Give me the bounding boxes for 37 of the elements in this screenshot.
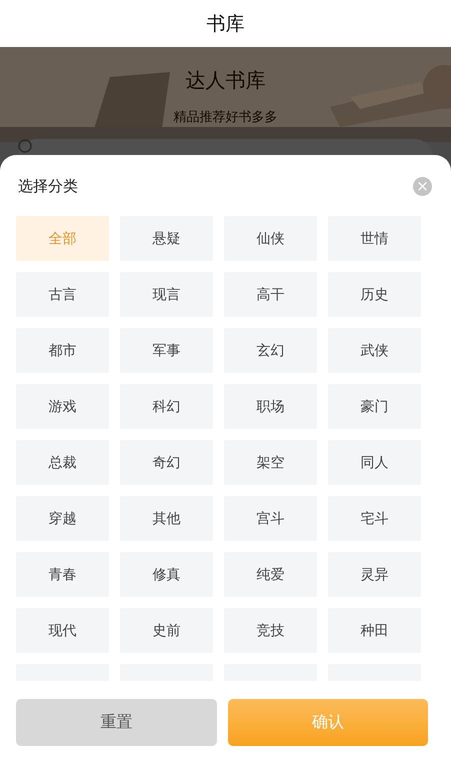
category-tag[interactable]: 世情: [328, 216, 421, 261]
category-tag[interactable]: 武侠: [328, 328, 421, 373]
category-tag[interactable]: 职场: [224, 384, 317, 429]
category-tag[interactable]: 修真: [120, 552, 213, 597]
category-tag[interactable]: 穿越: [16, 496, 109, 541]
category-tag[interactable]: 纯爱: [224, 552, 317, 597]
category-tag[interactable]: 竞技: [224, 608, 317, 653]
category-tag[interactable]: 仙侠: [224, 216, 317, 261]
category-tag[interactable]: 玄幻: [224, 328, 317, 373]
category-tag[interactable]: 青春: [16, 552, 109, 597]
category-tag[interactable]: 现代: [16, 608, 109, 653]
category-tag[interactable]: 高干: [224, 272, 317, 317]
page-title: 书库: [206, 12, 244, 36]
category-tag[interactable]: 宫斗: [224, 496, 317, 541]
reset-button[interactable]: 重置: [16, 699, 216, 746]
category-tag[interactable]: 总裁: [16, 440, 109, 485]
sheet-title: 选择分类: [18, 176, 78, 196]
category-tag[interactable]: 其他: [120, 496, 213, 541]
category-tag[interactable]: 历史: [328, 272, 421, 317]
category-tag[interactable]: 种田: [328, 608, 421, 653]
category-tag[interactable]: 悬疑: [120, 216, 213, 261]
category-tag[interactable]: 游戏: [16, 384, 109, 429]
category-tag[interactable]: 军事: [120, 328, 213, 373]
search-icon: [18, 139, 34, 155]
category-tag[interactable]: 灵异: [328, 552, 421, 597]
banner-subtitle: 精品推荐好书多多: [174, 109, 278, 126]
category-tag[interactable]: 史前: [120, 608, 213, 653]
category-tag[interactable]: 古言: [16, 272, 109, 317]
category-tag[interactable]: 都市: [16, 328, 109, 373]
category-tag[interactable]: 科幻: [120, 384, 213, 429]
banner-title: 达人书库: [186, 67, 266, 94]
category-tag[interactable]: 宅斗: [328, 496, 421, 541]
category-tag[interactable]: 奇幻: [120, 440, 213, 485]
category-tag[interactable]: 同人: [328, 440, 421, 485]
category-tag[interactable]: 豪门: [328, 384, 421, 429]
category-tag[interactable]: 现言: [120, 272, 213, 317]
category-tag[interactable]: 架空: [224, 440, 317, 485]
